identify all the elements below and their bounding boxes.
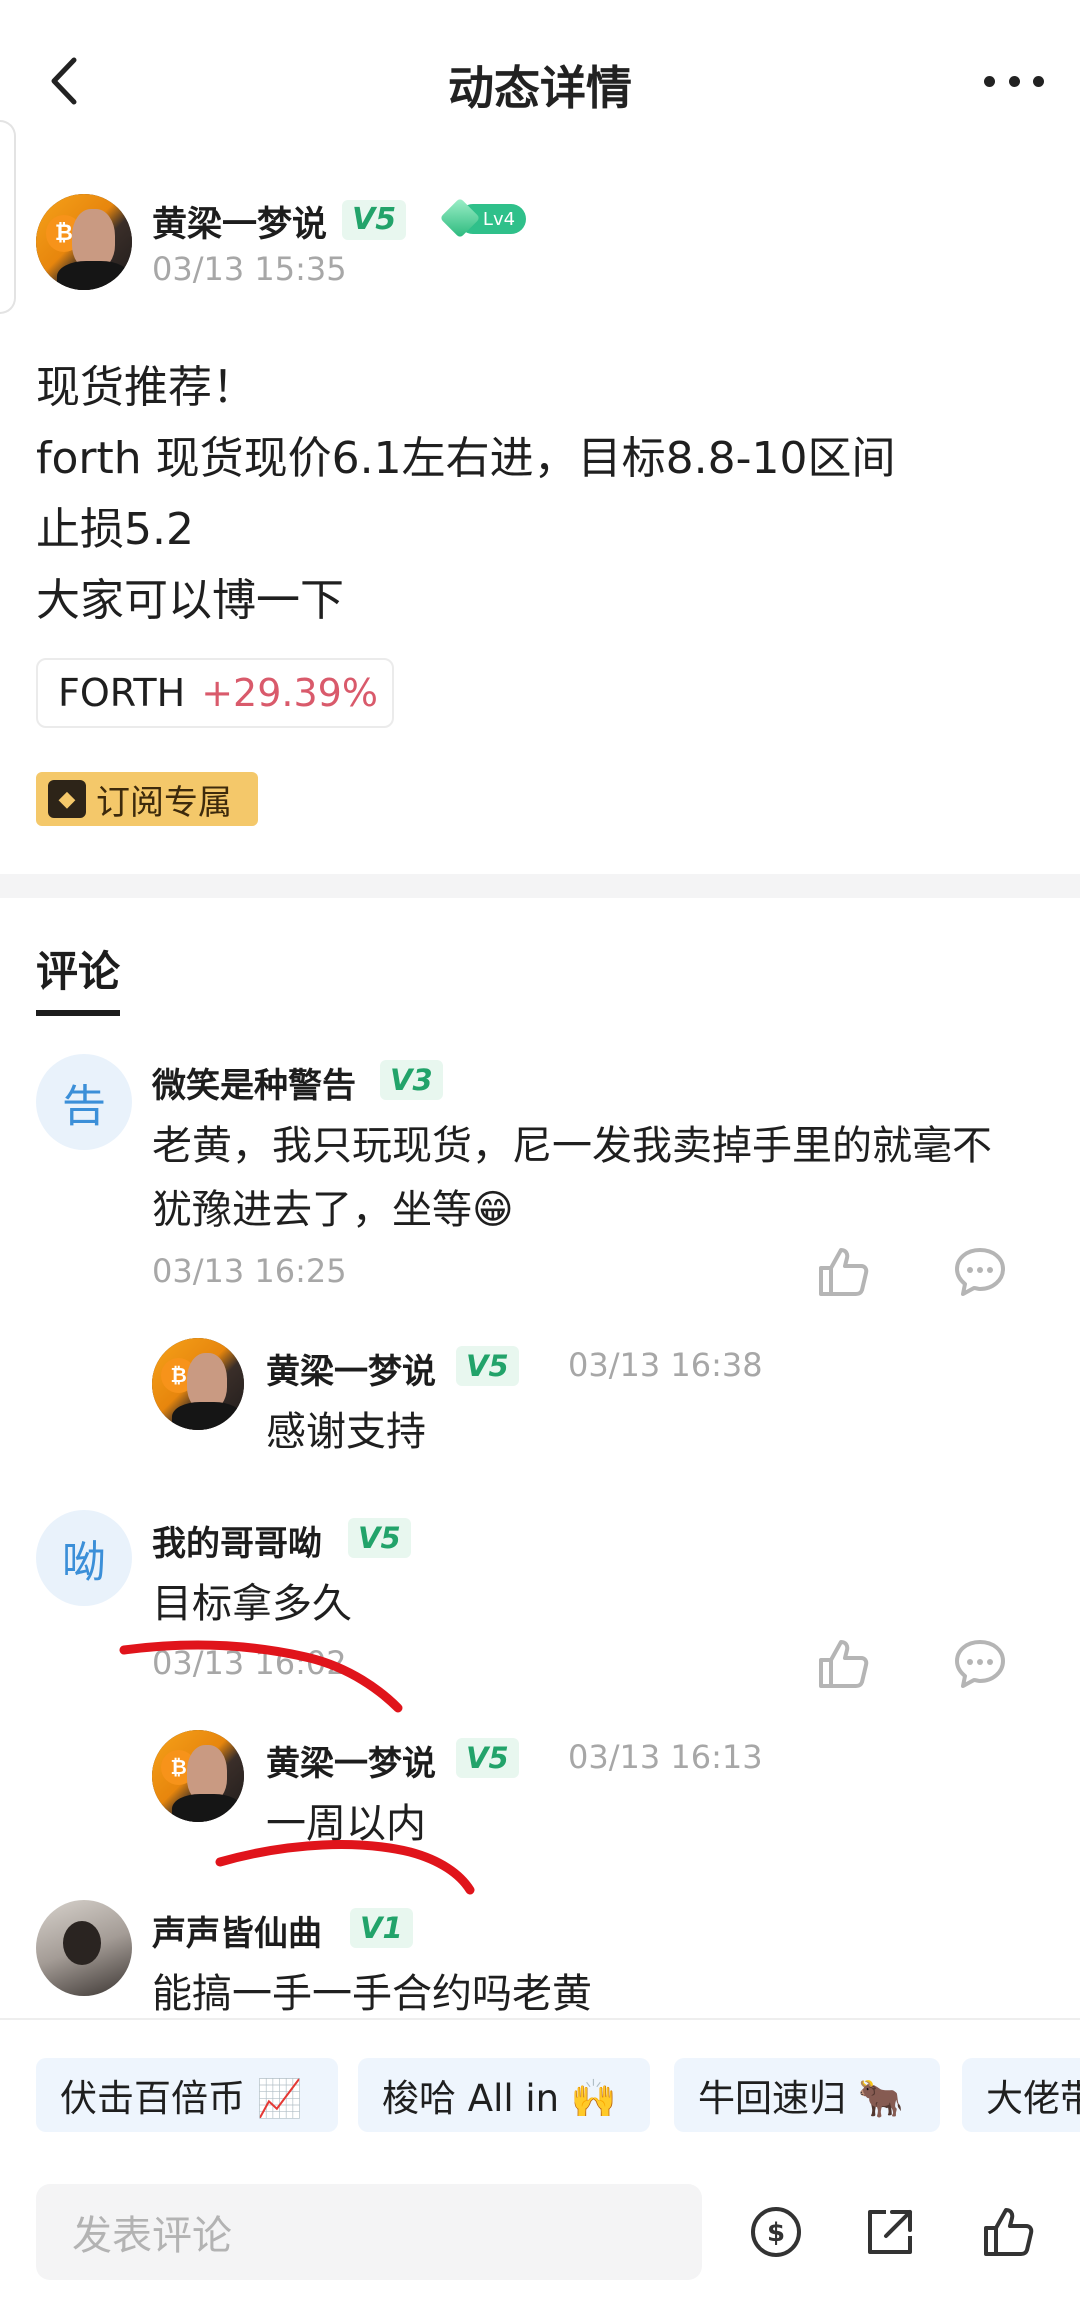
- reply-avatar[interactable]: ₿: [152, 1730, 244, 1822]
- coin-change: +29.39%: [201, 671, 378, 715]
- vip-badge: V5: [342, 200, 407, 240]
- reply-text: 一周以内: [266, 1801, 426, 1847]
- post-line: 大家可以博一下: [36, 575, 344, 626]
- thumbs-up-icon: [819, 1248, 869, 1296]
- author-avatar[interactable]: ₿: [36, 194, 132, 290]
- commenter-avatar[interactable]: [36, 1900, 132, 1996]
- thumbs-up-icon: [819, 1640, 869, 1688]
- comment-bubble-icon: [955, 1640, 1005, 1688]
- post-line: forth 现货现价6.1左右进，目标8.8-10区间: [36, 433, 896, 484]
- thumbs-up-icon: [984, 2208, 1034, 2256]
- quick-reply-chip[interactable]: 伏击百倍币 📈: [36, 2058, 338, 2132]
- bottom-separator: [0, 2018, 1080, 2020]
- subscription-label: 订阅专属: [96, 782, 232, 823]
- comment-text: 目标拿多久: [152, 1581, 352, 1627]
- comment-text: 犹豫进去了，坐等😁: [152, 1187, 514, 1233]
- diamond-icon: ◆: [48, 780, 86, 818]
- reply-name[interactable]: 黄梁一梦说: [266, 1344, 436, 1393]
- page-title: 动态详情: [448, 61, 632, 115]
- comment-time: 03/13 16:25: [152, 1252, 347, 1290]
- vip-badge: V5: [456, 1738, 519, 1778]
- commenter-avatar[interactable]: 呦: [36, 1510, 132, 1606]
- reply-button[interactable]: [952, 1244, 1008, 1300]
- more-button[interactable]: [984, 56, 1044, 106]
- more-dots-icon: [984, 75, 995, 87]
- coin-symbol: FORTH: [58, 671, 186, 715]
- like-button[interactable]: [815, 1244, 871, 1300]
- commenter-avatar[interactable]: 告: [36, 1054, 132, 1150]
- tip-button[interactable]: $: [748, 2204, 804, 2260]
- reply-name[interactable]: 黄梁一梦说: [266, 1736, 436, 1785]
- author-name[interactable]: 黄梁一梦说: [152, 196, 327, 247]
- coin-tag[interactable]: FORTH +29.39%: [36, 658, 394, 728]
- tab-underline: [36, 1010, 120, 1016]
- comment-time: 03/13 16:02: [152, 1644, 347, 1682]
- like-button[interactable]: [815, 1636, 871, 1692]
- like-post-button[interactable]: [980, 2204, 1036, 2260]
- reply-time: 03/13 16:13: [568, 1738, 763, 1776]
- commenter-name[interactable]: 微笑是种警告: [152, 1058, 356, 1107]
- reply-text: 感谢支持: [266, 1409, 426, 1455]
- comment-text: 老黄，我只玩现货，尼一发我卖掉手里的就毫不: [152, 1123, 992, 1169]
- post-line: 现货推荐！: [36, 362, 256, 413]
- vip-badge: V3: [380, 1060, 443, 1100]
- svg-text:$: $: [767, 2218, 785, 2248]
- vip-badge: V5: [456, 1346, 519, 1386]
- section-divider: [0, 874, 1080, 898]
- edge-handle: [0, 120, 16, 314]
- comment-input-placeholder: 发表评论: [72, 2213, 232, 2259]
- commenter-name[interactable]: 我的哥哥呦: [152, 1516, 322, 1565]
- commenter-name[interactable]: 声声皆仙曲: [152, 1906, 322, 1955]
- reply-button[interactable]: [952, 1636, 1008, 1692]
- subscription-tag: ◆ 订阅专属: [36, 772, 258, 826]
- vip-badge: V5: [348, 1518, 411, 1558]
- reply-avatar[interactable]: ₿: [152, 1338, 244, 1430]
- comment-bubble-icon: [955, 1248, 1005, 1296]
- comment-text: 能搞一手一手合约吗老黄: [152, 1971, 592, 2017]
- post-line: 止损5.2: [36, 504, 194, 555]
- share-icon: [868, 2210, 912, 2254]
- share-button[interactable]: [862, 2204, 918, 2260]
- tab-comments[interactable]: 评论: [36, 938, 120, 999]
- quick-reply-chip[interactable]: 大佬带: [962, 2058, 1080, 2132]
- quick-reply-chip[interactable]: 牛回速归 🐂: [674, 2058, 940, 2132]
- quick-reply-chip[interactable]: 梭哈 All in 🙌: [358, 2058, 650, 2132]
- post-time: 03/13 15:35: [152, 250, 347, 288]
- reply-time: 03/13 16:38: [568, 1346, 763, 1384]
- comment-input[interactable]: 发表评论: [36, 2184, 702, 2280]
- level-badge: Lv4: [436, 197, 536, 239]
- coin-icon: $: [751, 2207, 801, 2257]
- vip-badge: V1: [350, 1908, 413, 1948]
